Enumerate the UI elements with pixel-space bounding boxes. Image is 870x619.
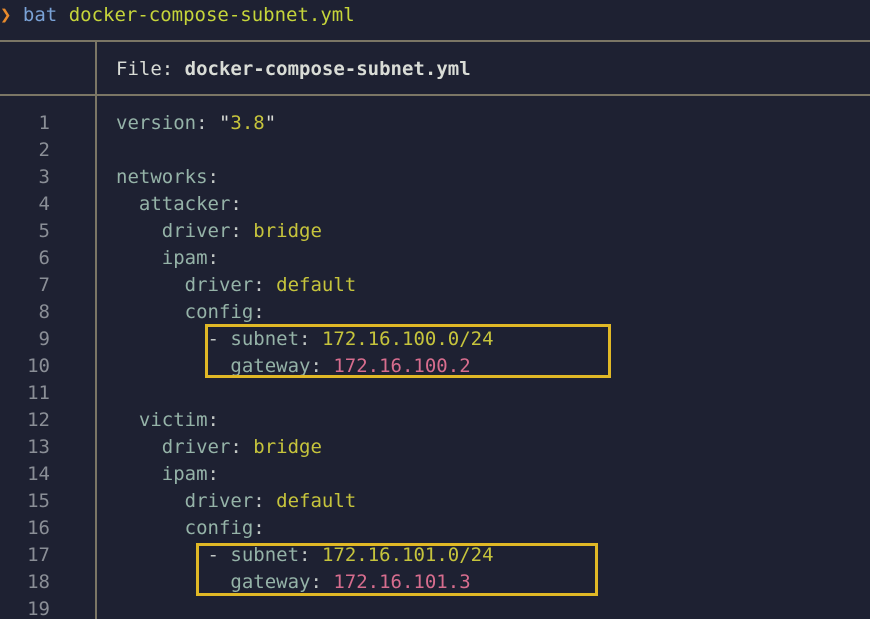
code-token: : <box>207 247 219 269</box>
line-number: 7 <box>38 274 50 296</box>
code-token: victim <box>138 409 208 431</box>
line-number: 8 <box>38 301 50 323</box>
line-number: 5 <box>38 220 50 242</box>
line-number: 3 <box>38 166 50 188</box>
code-line: 1 version: "3.8" <box>0 110 870 137</box>
code-line: 14 ipam: <box>0 461 870 488</box>
line-number: 4 <box>38 193 50 215</box>
code-token: " <box>218 112 231 134</box>
highlight-box-victim-subnet <box>196 543 598 596</box>
line-number: 1 <box>38 112 50 134</box>
line-number: 15 <box>27 490 50 512</box>
code-token: driver <box>184 274 254 296</box>
code-line: 8 config: <box>0 299 870 326</box>
line-number: 6 <box>38 247 50 269</box>
code-token: : <box>207 463 219 485</box>
line-number: 16 <box>27 517 50 539</box>
code-token: : <box>230 193 242 215</box>
line-number: 11 <box>27 382 50 404</box>
code-line: 7 driver: default <box>0 272 870 299</box>
highlight-box-attacker-subnet <box>205 324 611 378</box>
code-token: : <box>253 517 265 539</box>
code-token: driver <box>161 220 231 242</box>
line-content: driver: bridge <box>116 434 322 461</box>
code-line: 2 <box>0 137 870 164</box>
prompt-chevron-icon: ❯ <box>0 4 12 26</box>
code-token: 3.8 <box>230 112 265 134</box>
line-number: 10 <box>27 355 50 377</box>
code-token: : <box>207 166 219 188</box>
code-token: : <box>253 490 277 512</box>
code-line: 3 networks: <box>0 164 870 191</box>
line-content: driver: bridge <box>116 218 322 245</box>
line-number: 13 <box>27 436 50 458</box>
line-number: 9 <box>38 328 50 350</box>
code-token: : <box>207 409 219 431</box>
line-content: networks: <box>116 164 219 191</box>
code-line: 11 <box>0 380 870 407</box>
file-header: File: docker-compose-subnet.yml <box>116 55 471 83</box>
code-token: bridge <box>253 220 322 242</box>
code-token: : <box>253 274 277 296</box>
code-token: config <box>184 301 254 323</box>
code-line: 6 ipam: <box>0 245 870 272</box>
line-number: 2 <box>38 139 50 161</box>
prompt-argument: docker-compose-subnet.yml <box>68 4 355 26</box>
code-token: ipam <box>161 247 208 269</box>
line-number: 12 <box>27 409 50 431</box>
code-token: : <box>230 436 254 458</box>
line-content: version: "3.8" <box>116 110 276 137</box>
code-token: driver <box>161 436 231 458</box>
header-top-rule <box>0 40 870 42</box>
line-number: 17 <box>27 544 50 566</box>
code-token: default <box>276 274 357 296</box>
code-line: 4 attacker: <box>0 191 870 218</box>
header-bottom-rule <box>0 94 870 96</box>
code-token: networks <box>116 166 208 188</box>
code-token: ipam <box>161 463 208 485</box>
file-header-label: File: <box>116 58 174 80</box>
line-content: attacker: <box>116 191 242 218</box>
shell-prompt: ❯ bat docker-compose-subnet.yml <box>0 0 355 32</box>
code-token: default <box>276 490 357 512</box>
code-token: bridge <box>253 436 322 458</box>
line-content: config: <box>116 515 265 542</box>
line-content: driver: default <box>116 272 357 299</box>
line-number: 18 <box>27 571 50 593</box>
code-line: 12 victim: <box>0 407 870 434</box>
line-number: 19 <box>27 598 50 619</box>
line-content: config: <box>116 299 265 326</box>
line-number: 14 <box>27 463 50 485</box>
code-token: attacker <box>138 193 231 215</box>
line-content: victim: <box>116 407 219 434</box>
code-token: : <box>230 220 254 242</box>
code-token: version <box>116 112 197 134</box>
line-content: driver: default <box>116 488 357 515</box>
file-header-filename: docker-compose-subnet.yml <box>184 58 471 80</box>
code-line: 15 driver: default <box>0 488 870 515</box>
code-token: : <box>196 112 219 134</box>
prompt-command: bat <box>22 4 58 26</box>
line-content: ipam: <box>116 245 219 272</box>
code-token: driver <box>184 490 254 512</box>
code-token: " <box>264 112 277 134</box>
code-line: 5 driver: bridge <box>0 218 870 245</box>
code-token: config <box>184 517 254 539</box>
line-content: ipam: <box>116 461 219 488</box>
code-line: 13 driver: bridge <box>0 434 870 461</box>
code-line: 16 config: <box>0 515 870 542</box>
code-line: 19 <box>0 596 870 619</box>
code-token: : <box>253 301 265 323</box>
